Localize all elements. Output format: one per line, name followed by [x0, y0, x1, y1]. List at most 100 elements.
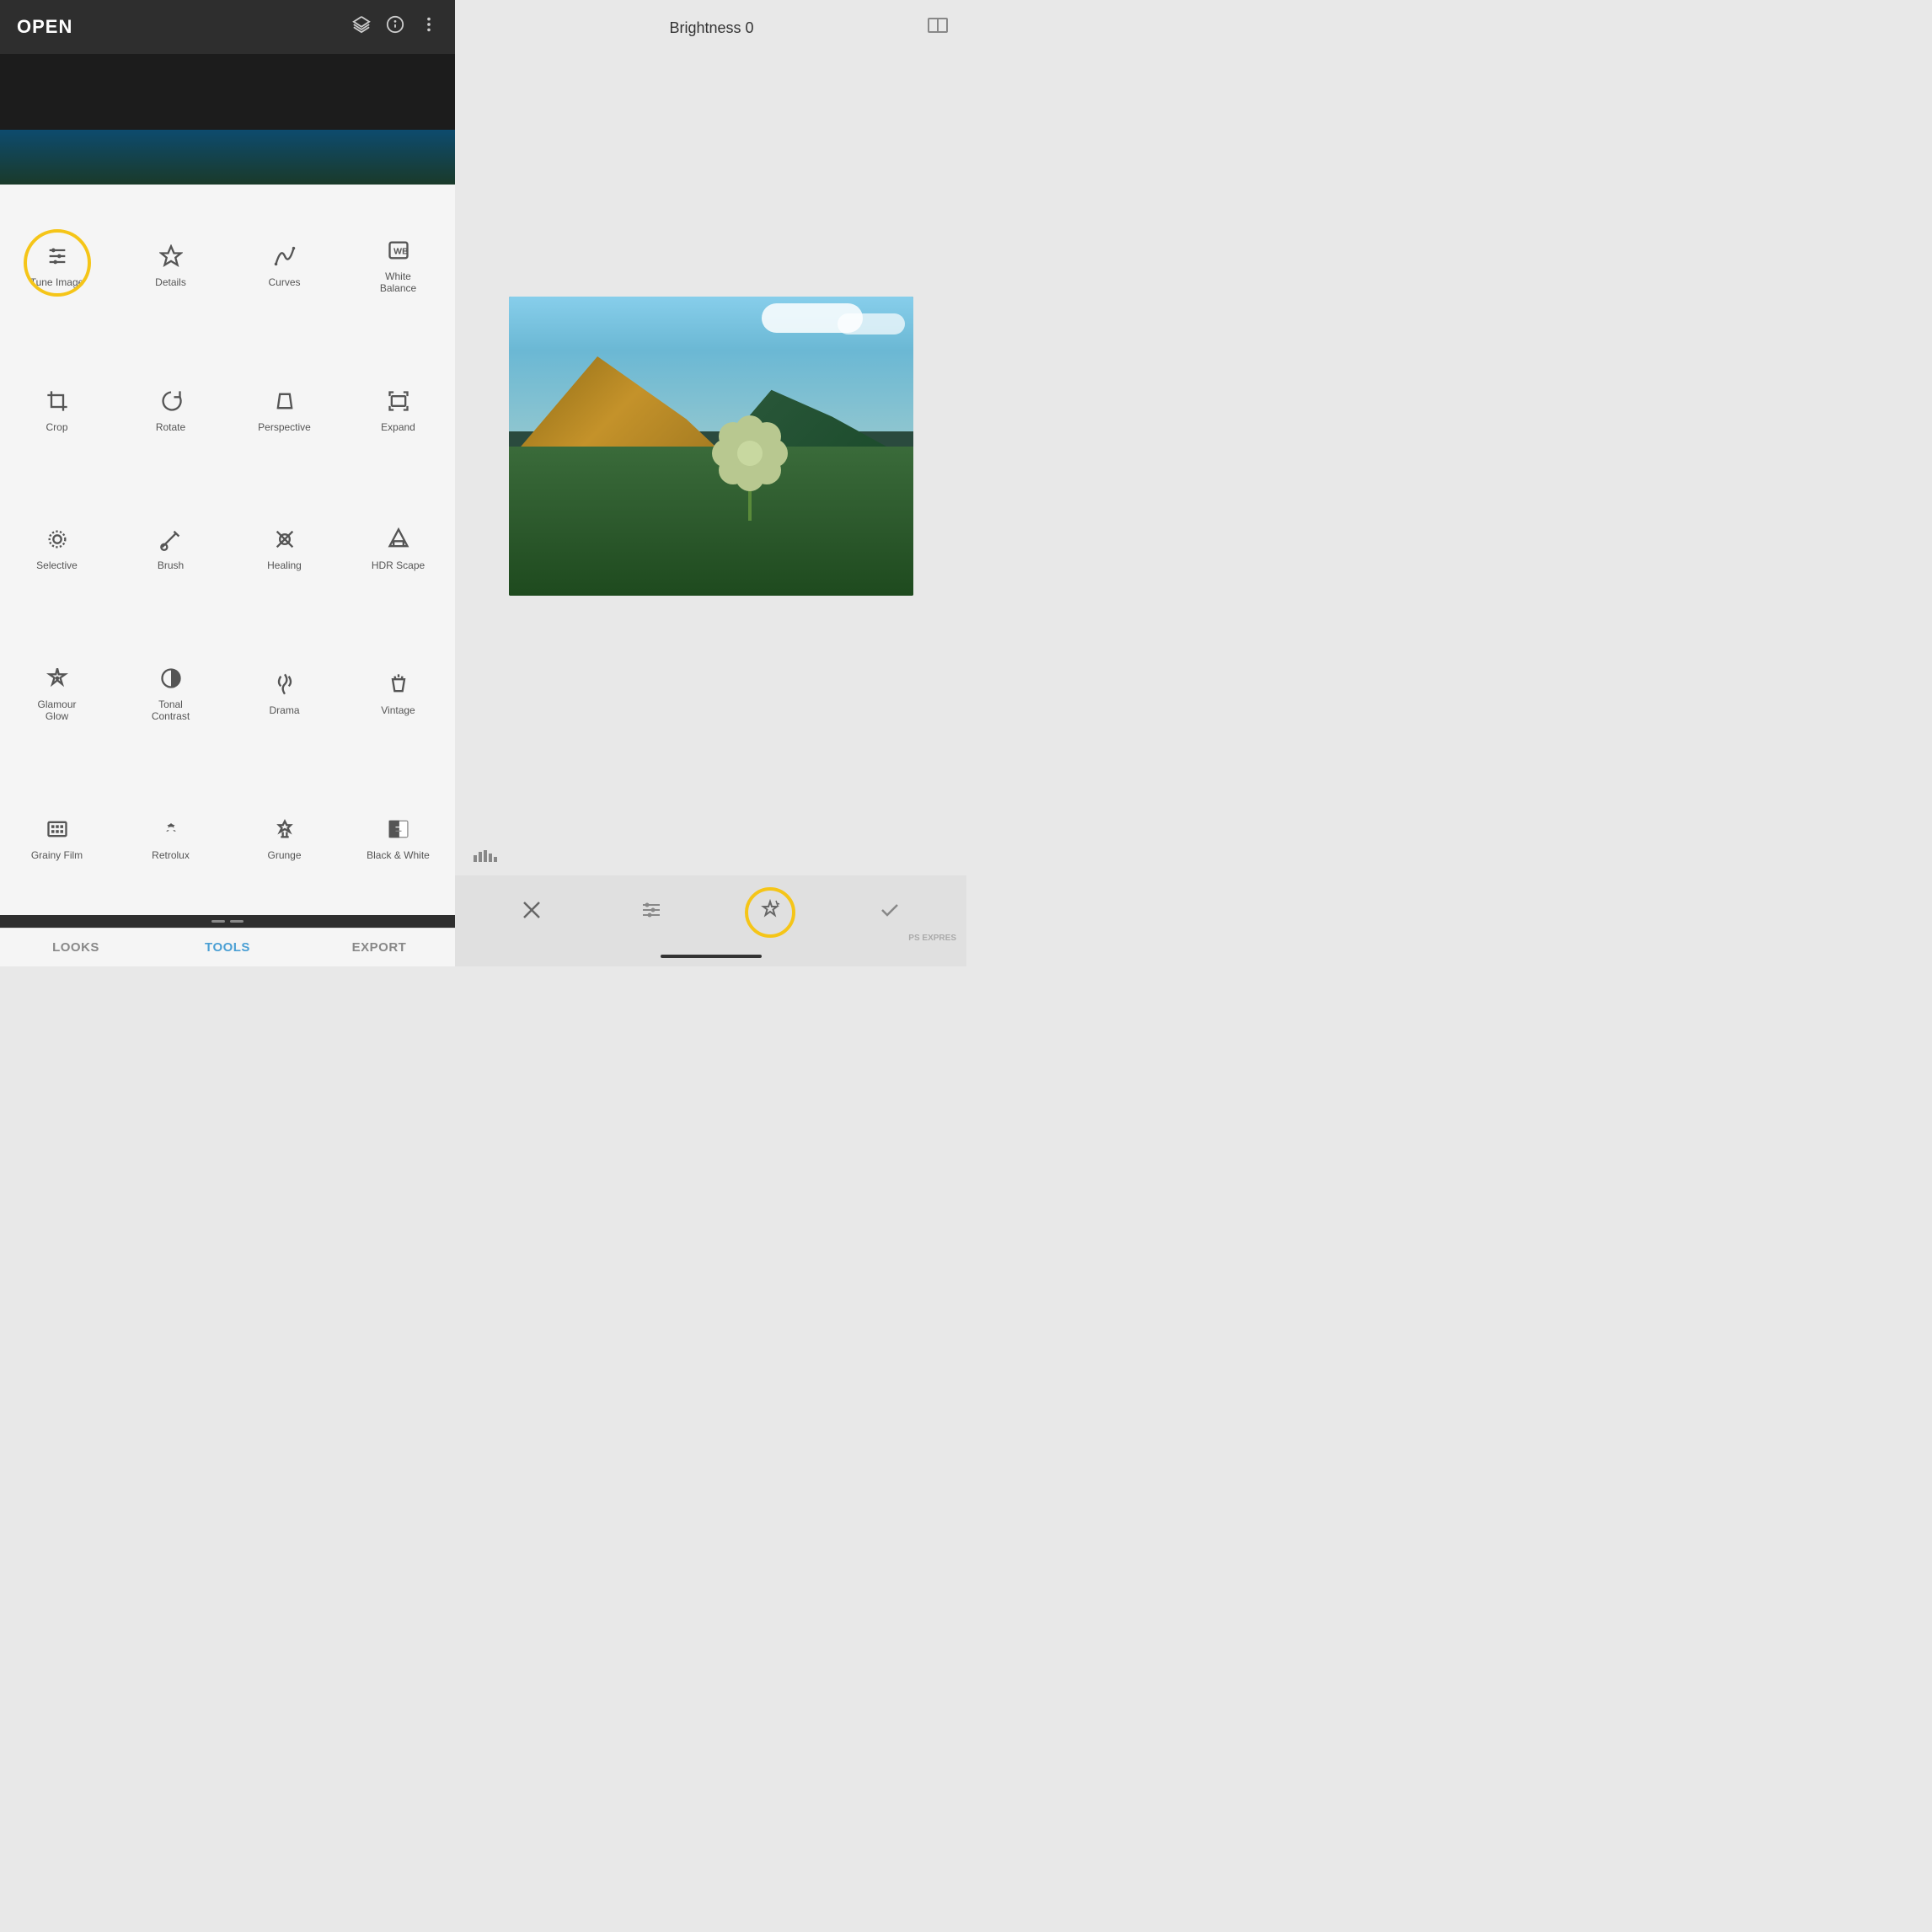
- hdr-scape-icon: [387, 527, 410, 554]
- tool-grunge[interactable]: Grunge: [227, 770, 341, 908]
- details-icon: [159, 244, 183, 271]
- selective-label: Selective: [36, 559, 78, 571]
- tool-tonal-contrast[interactable]: TonalContrast: [114, 619, 227, 770]
- tool-glamour-glow[interactable]: GlamourGlow: [0, 619, 114, 770]
- black-white-icon: [387, 817, 410, 844]
- curves-label: Curves: [268, 276, 300, 288]
- grunge-label: Grunge: [267, 849, 301, 861]
- left-panel: OPEN: [0, 0, 455, 966]
- info-icon[interactable]: [386, 15, 404, 39]
- compare-icon[interactable]: [926, 13, 950, 42]
- expand-icon: [387, 389, 410, 416]
- details-label: Details: [155, 276, 186, 288]
- preview-dark-area: [0, 54, 455, 130]
- perspective-label: Perspective: [258, 421, 311, 433]
- grainy-film-label: Grainy Film: [31, 849, 83, 861]
- photo-container: [509, 297, 913, 596]
- watermark: PS EXPRES: [908, 934, 956, 943]
- tool-tune-image[interactable]: Tune Image: [0, 191, 114, 342]
- cancel-button[interactable]: [472, 899, 591, 926]
- selective-icon: [45, 527, 69, 554]
- right-header: Brightness 0: [455, 0, 966, 56]
- right-panel: Brightness 0: [455, 0, 966, 966]
- cloud-right: [838, 313, 905, 334]
- tune-image-icon: [45, 244, 69, 271]
- auto-enhance-icon: [759, 899, 781, 926]
- tab-export[interactable]: EXPORT: [303, 929, 455, 966]
- image-preview: [0, 54, 455, 185]
- accept-button[interactable]: [830, 899, 950, 926]
- tune-sliders-button[interactable]: [591, 899, 711, 926]
- vintage-label: Vintage: [381, 704, 415, 716]
- tune-image-label: Tune Image: [30, 276, 84, 288]
- tools-grid: Tune Image Details Curves: [0, 185, 455, 915]
- rotate-icon: [159, 389, 183, 416]
- tool-details[interactable]: Details: [114, 191, 227, 342]
- tab-tools[interactable]: TOOLS: [152, 929, 303, 966]
- tool-drama[interactable]: Drama: [227, 619, 341, 770]
- tool-white-balance[interactable]: WB WhiteBalance: [341, 191, 455, 342]
- curves-icon: [273, 244, 297, 271]
- expand-label: Expand: [381, 421, 415, 433]
- tool-rotate[interactable]: Rotate: [114, 342, 227, 480]
- tune-sliders-icon: [640, 899, 662, 926]
- tool-retrolux[interactable]: Retrolux: [114, 770, 227, 908]
- glamour-glow-label: GlamourGlow: [37, 698, 76, 723]
- open-label: OPEN: [17, 16, 72, 38]
- rotate-label: Rotate: [156, 421, 185, 433]
- photo-flower: [708, 420, 792, 521]
- histogram-area: [455, 837, 966, 875]
- home-indicator-area: [455, 950, 966, 966]
- glamour-glow-icon: [45, 666, 69, 693]
- tool-selective[interactable]: Selective: [0, 480, 114, 618]
- histogram-icon: [472, 843, 499, 869]
- tool-healing[interactable]: Healing: [227, 480, 341, 618]
- preview-landscape: [0, 130, 455, 185]
- healing-icon: [273, 527, 297, 554]
- tool-vintage[interactable]: Vintage: [341, 619, 455, 770]
- drama-icon: [273, 672, 297, 699]
- bottom-nav: LOOKS TOOLS EXPORT: [0, 928, 455, 966]
- dash-2: [230, 920, 244, 923]
- scroll-indicator: [0, 915, 455, 928]
- tool-perspective[interactable]: Perspective: [227, 342, 341, 480]
- brightness-title: Brightness 0: [669, 19, 753, 37]
- vintage-icon: [387, 672, 410, 699]
- brush-label: Brush: [158, 559, 184, 571]
- healing-label: Healing: [267, 559, 302, 571]
- close-icon: [521, 899, 543, 926]
- black-white-label: Black & White: [367, 849, 430, 861]
- white-balance-icon: WB: [387, 238, 410, 265]
- tool-hdr-scape[interactable]: HDR Scape: [341, 480, 455, 618]
- tool-brush[interactable]: Brush: [114, 480, 227, 618]
- layers-icon[interactable]: [352, 15, 371, 39]
- drama-label: Drama: [269, 704, 299, 716]
- crop-icon: [45, 389, 69, 416]
- auto-enhance-button[interactable]: [711, 887, 831, 938]
- hdr-scape-label: HDR Scape: [372, 559, 425, 571]
- brush-icon: [159, 527, 183, 554]
- grainy-film-icon: [45, 817, 69, 844]
- grunge-icon: [273, 817, 297, 844]
- more-icon[interactable]: [420, 15, 438, 39]
- tool-grainy-film[interactable]: Grainy Film: [0, 770, 114, 908]
- check-icon: [879, 899, 901, 926]
- crop-label: Crop: [45, 421, 67, 433]
- perspective-icon: [273, 389, 297, 416]
- tool-black-white[interactable]: Black & White: [341, 770, 455, 908]
- tool-curves[interactable]: Curves: [227, 191, 341, 342]
- tab-looks[interactable]: LOOKS: [0, 929, 152, 966]
- white-balance-label: WhiteBalance: [380, 270, 416, 295]
- auto-enhance-circle: [745, 887, 795, 938]
- photo-area: [455, 56, 966, 837]
- tonal-contrast-icon: [159, 666, 183, 693]
- right-bottom-nav: PS EXPRES: [455, 875, 966, 950]
- flower-head: [720, 420, 779, 487]
- tonal-contrast-label: TonalContrast: [152, 698, 190, 723]
- home-indicator: [661, 955, 762, 958]
- svg-text:WB: WB: [393, 247, 409, 257]
- tool-expand[interactable]: Expand: [341, 342, 455, 480]
- dash-1: [211, 920, 225, 923]
- tool-crop[interactable]: Crop: [0, 342, 114, 480]
- header-icons: [352, 15, 438, 39]
